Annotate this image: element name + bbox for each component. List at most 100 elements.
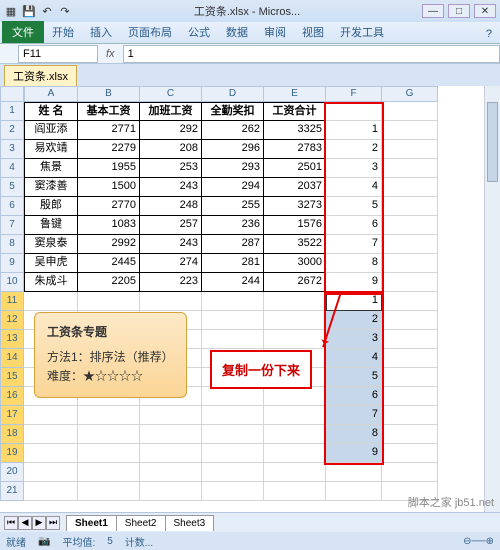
cell[interactable]: 2992 — [78, 235, 140, 254]
cell[interactable]: 2 — [326, 140, 382, 159]
cell[interactable] — [202, 444, 264, 463]
row-header-18[interactable]: 18 — [0, 425, 24, 444]
cell[interactable]: 鲁键 — [24, 216, 78, 235]
record-icon[interactable]: 📷 — [38, 536, 50, 547]
spreadsheet-grid[interactable]: ABCDEFG 12345678910111213141516171819202… — [0, 86, 500, 532]
cell[interactable]: 8 — [326, 425, 382, 444]
row-header-4[interactable]: 4 — [0, 159, 24, 178]
cell[interactable]: 3000 — [264, 254, 326, 273]
cell[interactable] — [202, 406, 264, 425]
row-header-5[interactable]: 5 — [0, 178, 24, 197]
cell[interactable] — [264, 330, 326, 349]
cell[interactable]: 243 — [140, 178, 202, 197]
cell[interactable] — [264, 406, 326, 425]
formula-input[interactable]: 1 — [123, 45, 500, 63]
row-header-9[interactable]: 9 — [0, 254, 24, 273]
cell[interactable] — [264, 387, 326, 406]
cell[interactable]: 5 — [326, 197, 382, 216]
row-header-6[interactable]: 6 — [0, 197, 24, 216]
cell[interactable] — [382, 292, 438, 311]
tab-data[interactable]: 数据 — [218, 21, 256, 43]
cell[interactable] — [382, 178, 438, 197]
col-header-G[interactable]: G — [382, 86, 438, 102]
tab-developer[interactable]: 开发工具 — [332, 21, 392, 43]
cell[interactable] — [24, 425, 78, 444]
cell[interactable]: 223 — [140, 273, 202, 292]
cell[interactable] — [202, 387, 264, 406]
cell[interactable] — [264, 311, 326, 330]
zoom-slider[interactable]: ⊖──⊕ — [463, 536, 494, 547]
cell[interactable] — [264, 292, 326, 311]
save-icon[interactable]: 💾 — [22, 4, 36, 18]
col-header-A[interactable]: A — [24, 86, 78, 102]
cell[interactable]: 姓 名 — [24, 102, 78, 121]
tab-insert[interactable]: 插入 — [82, 21, 120, 43]
cell[interactable] — [382, 387, 438, 406]
cell[interactable] — [140, 292, 202, 311]
cell[interactable] — [326, 102, 382, 121]
row-headers[interactable]: 123456789101112131415161718192021 — [0, 102, 24, 501]
row-header-7[interactable]: 7 — [0, 216, 24, 235]
cell[interactable]: 5 — [326, 368, 382, 387]
cell[interactable]: 易欢靖 — [24, 140, 78, 159]
cell[interactable] — [140, 425, 202, 444]
cell[interactable]: 窦泉泰 — [24, 235, 78, 254]
tab-formulas[interactable]: 公式 — [180, 21, 218, 43]
cell[interactable] — [382, 254, 438, 273]
cell[interactable]: 2205 — [78, 273, 140, 292]
cell[interactable]: 292 — [140, 121, 202, 140]
cell[interactable] — [382, 444, 438, 463]
cell[interactable]: 8 — [326, 254, 382, 273]
row-header-10[interactable]: 10 — [0, 273, 24, 292]
sheet-nav-prev-icon[interactable]: ◀ — [18, 516, 32, 530]
cell[interactable]: 窦漆善 — [24, 178, 78, 197]
cell[interactable]: 2501 — [264, 159, 326, 178]
cell[interactable] — [140, 463, 202, 482]
cell[interactable] — [382, 197, 438, 216]
cell[interactable]: 2783 — [264, 140, 326, 159]
cell[interactable]: 1955 — [78, 159, 140, 178]
cell[interactable]: 3 — [326, 330, 382, 349]
tab-view[interactable]: 视图 — [294, 21, 332, 43]
cell[interactable]: 294 — [202, 178, 264, 197]
col-header-D[interactable]: D — [202, 86, 264, 102]
cell[interactable]: 253 — [140, 159, 202, 178]
cell[interactable] — [326, 463, 382, 482]
cell[interactable]: 2672 — [264, 273, 326, 292]
cell[interactable] — [24, 444, 78, 463]
row-header-21[interactable]: 21 — [0, 482, 24, 501]
cell[interactable] — [382, 330, 438, 349]
tab-home[interactable]: 开始 — [44, 21, 82, 43]
row-header-1[interactable]: 1 — [0, 102, 24, 121]
row-header-2[interactable]: 2 — [0, 121, 24, 140]
cell[interactable] — [382, 216, 438, 235]
cell[interactable]: 2771 — [78, 121, 140, 140]
cell[interactable]: 9 — [326, 444, 382, 463]
scrollbar-thumb[interactable] — [487, 102, 498, 182]
cell[interactable] — [202, 330, 264, 349]
cell[interactable] — [78, 463, 140, 482]
cell[interactable]: 9 — [326, 273, 382, 292]
sheet-tab-2[interactable]: Sheet2 — [116, 515, 166, 531]
cell[interactable]: 7 — [326, 235, 382, 254]
col-header-F[interactable]: F — [326, 86, 382, 102]
cell[interactable]: 工资合计 — [264, 102, 326, 121]
cell[interactable]: 255 — [202, 197, 264, 216]
cell[interactable] — [202, 292, 264, 311]
help-icon[interactable]: ? — [478, 25, 500, 43]
sheet-nav-first-icon[interactable]: ⏮ — [4, 516, 18, 530]
cell[interactable]: 236 — [202, 216, 264, 235]
cell[interactable]: 2037 — [264, 178, 326, 197]
cell[interactable]: 3522 — [264, 235, 326, 254]
row-header-16[interactable]: 16 — [0, 387, 24, 406]
row-header-17[interactable]: 17 — [0, 406, 24, 425]
cell[interactable]: 1500 — [78, 178, 140, 197]
fx-icon[interactable]: fx — [106, 48, 115, 60]
cell[interactable] — [78, 292, 140, 311]
minimize-button[interactable]: — — [422, 4, 444, 18]
cell[interactable] — [24, 292, 78, 311]
sheet-nav-next-icon[interactable]: ▶ — [32, 516, 46, 530]
vertical-scrollbar[interactable] — [484, 86, 500, 532]
cell[interactable] — [264, 482, 326, 501]
cell[interactable] — [202, 425, 264, 444]
